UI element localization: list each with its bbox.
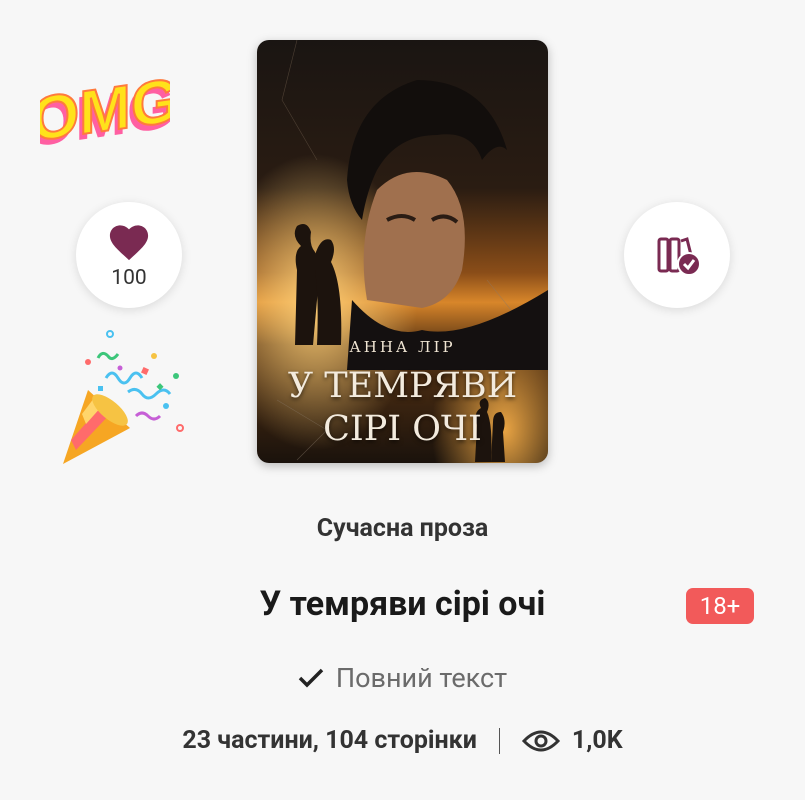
party-popper-sticker	[63, 330, 184, 464]
cover-title-line: СІРІ ОЧІ	[323, 409, 482, 449]
parts-pages-count: 23 частини, 104 сторінки	[182, 726, 477, 755]
book-cover[interactable]: АННА ЛІР У ТЕМРЯВИ СІРІ ОЧІ	[257, 40, 548, 463]
cover-author: АННА ЛІР	[349, 338, 456, 356]
book-title: У темряви сірі очі	[259, 584, 546, 624]
like-button[interactable]: 100	[76, 202, 182, 308]
views: 1,0K	[521, 726, 623, 755]
stats-divider	[498, 727, 500, 754]
add-to-library-button[interactable]	[624, 202, 730, 308]
heart-icon	[109, 225, 149, 261]
cover-title: У ТЕМРЯВИ СІРІ ОЧІ	[257, 365, 548, 451]
omg-sticker: OMG OMG	[40, 65, 170, 161]
cover-title-line: У ТЕМРЯВИ	[287, 366, 518, 406]
like-count: 100	[111, 266, 147, 290]
checkmark-icon	[298, 668, 324, 688]
views-count: 1,0K	[571, 726, 623, 755]
book-genre[interactable]: Сучасна проза	[0, 514, 805, 543]
book-stats: 23 частини, 104 сторінки 1,0K	[0, 726, 805, 755]
completion-status: Повний текст	[0, 662, 805, 694]
eye-icon	[521, 730, 560, 751]
status-text: Повний текст	[335, 662, 508, 694]
library-check-icon	[657, 237, 701, 276]
age-rating-badge: 18+	[686, 588, 754, 624]
